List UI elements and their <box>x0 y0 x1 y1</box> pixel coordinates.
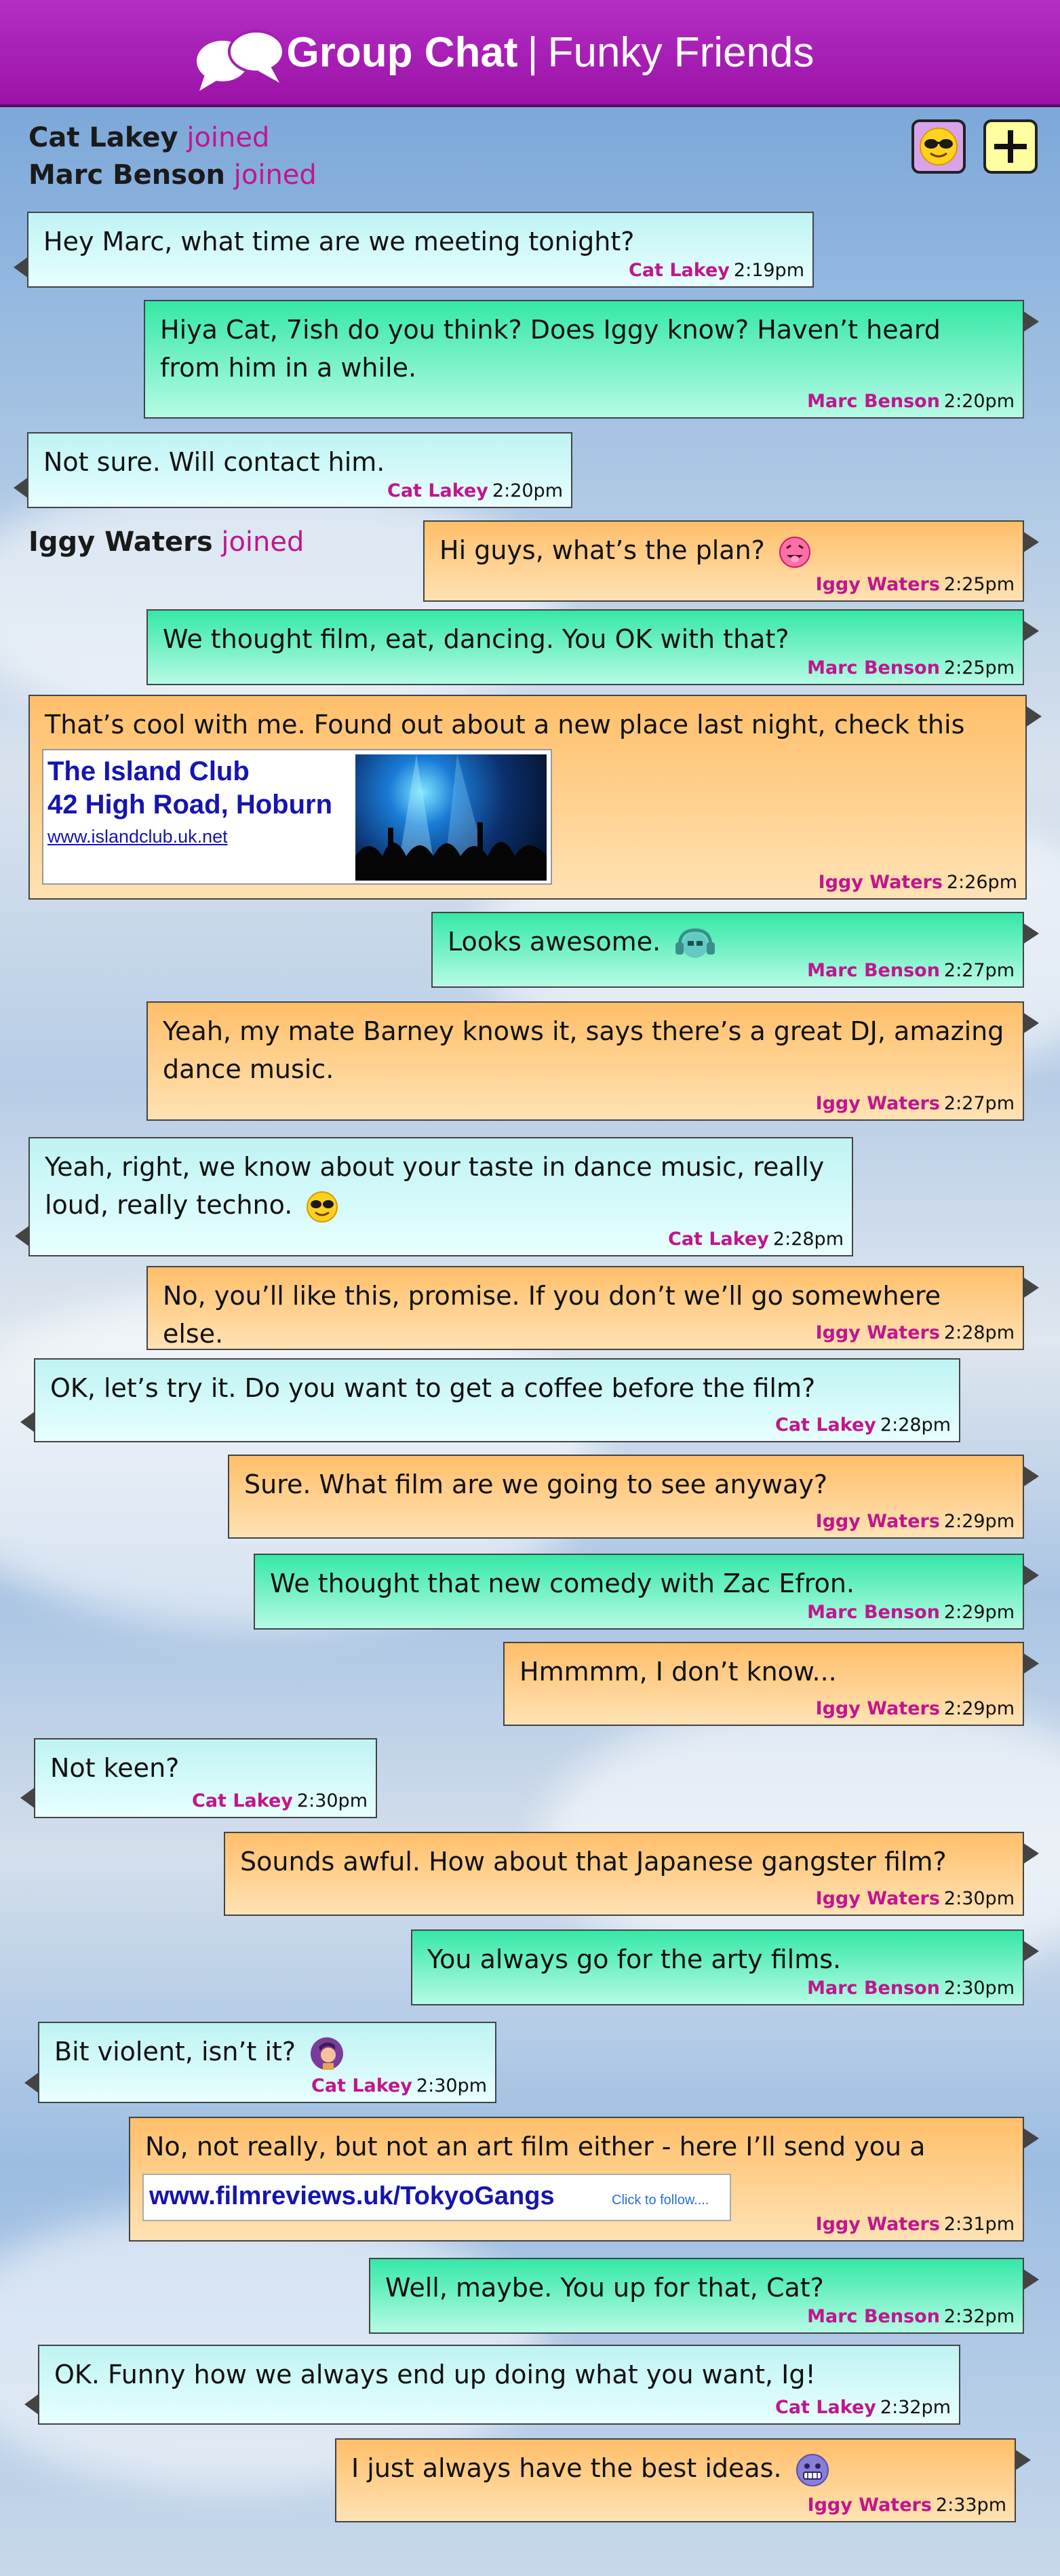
sunglasses-emoji-icon <box>920 128 958 166</box>
chat-message: We thought film, eat, dancing. You OK wi… <box>146 609 1039 685</box>
emoji-button[interactable] <box>911 119 966 174</box>
join-notice: Marc Benson joined <box>28 159 317 191</box>
chat-message: OK. Funny how we always end up doing wha… <box>24 2345 960 2425</box>
chat-message: No, not really, but not an art film eith… <box>129 2117 1039 2242</box>
message-meta: Iggy Waters 2:29pm <box>815 1698 1015 1719</box>
join-notice: Cat Lakey joined <box>28 122 270 153</box>
message-meta: Cat Lakey 2:30pm <box>311 2075 487 2096</box>
message-text: Well, maybe. You up for that, Cat? <box>385 2273 824 2303</box>
club-name: The Island Club <box>47 756 250 786</box>
chat-message: Bit violent, isn’t it? Cat Lakey 2:30pm <box>24 2022 496 2103</box>
chat-message: Yeah, right, we know about your taste in… <box>15 1137 853 1256</box>
message-meta: Marc Benson 2:25pm <box>807 657 1015 678</box>
chat-message: Looks awesome. Marc Benson 2:27pm <box>431 912 1039 988</box>
tongue-out-emoji-icon <box>779 536 810 568</box>
message-text: Hmmmm, I don’t know... <box>519 1657 837 1687</box>
chat-message: Yeah, my mate Barney knows it, says ther… <box>146 1001 1039 1121</box>
chat-message: Hey Marc, what time are we meeting tonig… <box>14 212 814 288</box>
chat-message: Not keen? Cat Lakey 2:30pm <box>20 1738 377 1818</box>
message-text: Yeah, right, we know about your taste in… <box>45 1148 837 1224</box>
message-meta: Marc Benson 2:32pm <box>807 2306 1015 2327</box>
message-text: Not keen? <box>50 1753 180 1783</box>
message-text: Sounds awful. How about that Japanese ga… <box>240 1847 947 1877</box>
message-text: We thought film, eat, dancing. You OK wi… <box>163 624 789 654</box>
headphones-emoji-icon <box>675 927 715 958</box>
chat-message: OK, let’s try it. Do you want to get a c… <box>20 1358 960 1442</box>
chat-message: Not sure. Will contact him. Cat Lakey 2:2… <box>14 432 572 508</box>
message-meta: Cat Lakey 2:28pm <box>668 1229 844 1250</box>
message-meta: Iggy Waters 2:29pm <box>815 1511 1015 1532</box>
message-text: Bit violent, isn’t it? <box>54 2033 480 2071</box>
message-meta: Marc Benson 2:29pm <box>807 1602 1015 1623</box>
message-meta: Cat Lakey 2:32pm <box>775 2397 951 2418</box>
message-meta: Cat Lakey 2:30pm <box>192 1790 368 1811</box>
plus-icon <box>994 130 1027 163</box>
club-photo <box>355 754 547 881</box>
join-notice: Iggy Waters joined <box>28 526 305 558</box>
chat-message: No, you’ll like this, promise. If you do… <box>146 1266 1039 1350</box>
message-meta: Marc Benson 2:27pm <box>807 960 1015 981</box>
message-meta: Iggy Waters 2:27pm <box>815 1093 1015 1114</box>
sunglasses-emoji-icon <box>307 1191 338 1223</box>
message-meta: Cat Lakey 2:19pm <box>629 260 804 281</box>
chat-window: Group Chat | Funky Friends Cat Lakey joine… <box>0 0 1060 2576</box>
chat-message: You always go for the arty films. Marc B… <box>411 1929 1039 2005</box>
chat-message: Well, maybe. You up for that, Cat? Marc … <box>369 2258 1039 2334</box>
message-text: Hey Marc, what time are we meeting tonig… <box>43 227 635 256</box>
message-text: Not sure. Will contact him. <box>43 447 385 477</box>
message-text: We thought that new comedy with Zac Efro… <box>270 1569 855 1598</box>
message-meta: Cat Lakey 2:28pm <box>775 1415 951 1436</box>
chat-message: Sounds awful. How about that Japanese ga… <box>224 1832 1039 1916</box>
message-meta: Iggy Waters 2:31pm <box>815 2214 1015 2235</box>
chat-message: Hmmmm, I don’t know... Iggy Waters 2:29pm <box>503 1642 1039 1726</box>
message-meta: Iggy Waters 2:28pm <box>815 1322 1015 1343</box>
chat-header: Group Chat | Funky Friends <box>0 0 1060 107</box>
message-meta: Marc Benson 2:20pm <box>807 391 1015 412</box>
chat-bubbles-icon <box>197 30 285 91</box>
club-url-link[interactable]: www.islandclub.uk.net <box>47 826 228 847</box>
chat-message: Hi guys, what’s the plan? Iggy Waters 2:2… <box>423 520 1039 602</box>
chat-message: We thought that new comedy with Zac Efro… <box>254 1554 1039 1630</box>
message-meta: Cat Lakey 2:20pm <box>387 480 563 501</box>
grinning-emoji-icon <box>796 2453 829 2486</box>
message-text: Yeah, my mate Barney knows it, says ther… <box>163 1016 1004 1084</box>
message-text: OK, let’s try it. Do you want to get a c… <box>50 1373 816 1403</box>
message-text: Hi guys, what’s the plan? <box>439 531 1008 569</box>
message-text: Looks awesome. <box>448 923 1008 961</box>
club-address: 42 High Road, Hoburn <box>47 790 332 820</box>
message-text: OK. Funny how we always end up doing wha… <box>54 2360 816 2389</box>
message-meta: Iggy Waters 2:26pm <box>818 872 1017 893</box>
message-text: Sure. What film are we going to see anyw… <box>244 1469 828 1499</box>
click-to-follow-link[interactable]: Click to follow.... <box>612 2193 709 2208</box>
chat-message: Sure. What film are we going to see anyw… <box>228 1455 1039 1539</box>
review-url-link[interactable]: www.filmreviews.uk/TokyoGangs <box>149 2182 555 2211</box>
message-meta: Iggy Waters 2:25pm <box>815 574 1015 595</box>
chat-message: I just always have the best ideas. Iggy … <box>335 2438 1031 2522</box>
chat-title: Group Chat | Funky Friends <box>286 28 814 76</box>
add-button[interactable] <box>983 119 1038 174</box>
message-text: You always go for the arty films. <box>427 1944 842 1974</box>
message-meta: Iggy Waters 2:33pm <box>807 2495 1006 2516</box>
message-text: Hiya Cat, 7ish do you think? Does Iggy k… <box>160 315 941 383</box>
review-link-box[interactable]: www.filmreviews.uk/TokyoGangs Click to f… <box>142 2174 731 2221</box>
woman-emoji-icon <box>311 2037 344 2070</box>
chat-message: Hiya Cat, 7ish do you think? Does Iggy k… <box>144 300 1039 419</box>
message-meta: Iggy Waters 2:30pm <box>815 1888 1015 1909</box>
message-meta: Marc Benson 2:30pm <box>807 1978 1015 1999</box>
chat-message: That’s cool with me. Found out about a n… <box>28 695 1042 900</box>
message-text: I just always have the best ideas. <box>351 2449 1000 2487</box>
link-preview-card[interactable]: The Island Club 42 High Road, Hoburn www… <box>42 749 552 885</box>
